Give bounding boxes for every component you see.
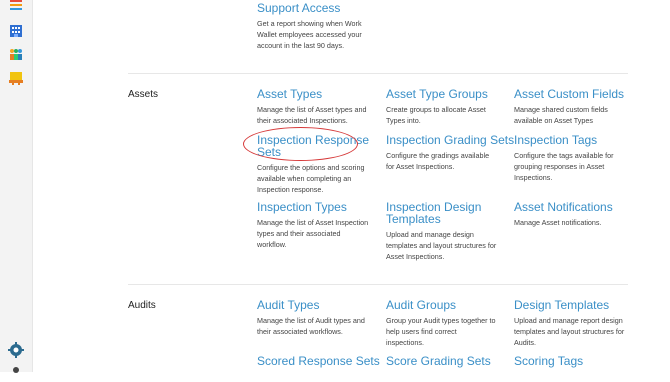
sidebar [0, 0, 33, 373]
inspection-tags-link[interactable]: Inspection Tags [514, 134, 597, 146]
section-divider [128, 73, 628, 74]
inspection-design-templates-description: Upload and manage design templates and la… [386, 230, 497, 261]
audit-groups-description: Group your Audit types together to help u… [386, 316, 496, 347]
section-divider [128, 284, 628, 285]
inspection-design-templates-link[interactable]: Inspection Design Templates [386, 201, 481, 225]
asset-custom-fields-link[interactable]: Asset Custom Fields [514, 88, 624, 100]
audits-section-label: Audits [128, 300, 156, 311]
inspection-types-description: Manage the list of Asset Inspection types… [257, 218, 369, 249]
inspection-types-link[interactable]: Inspection Types [257, 201, 347, 213]
list-icon[interactable] [8, 0, 24, 14]
inspection-grading-sets-link[interactable]: Inspection Grading Sets [386, 134, 514, 146]
asset-type-groups-description: Create groups to allocate Asset Types int… [386, 105, 486, 125]
settings-gear-icon[interactable] [8, 342, 24, 358]
assets-section-label: Assets [128, 89, 159, 100]
inspection-grading-sets-description: Configure the gradings available for Asse… [386, 151, 490, 171]
audit-types-link[interactable]: Audit Types [257, 299, 319, 311]
audit-groups-link[interactable]: Audit Groups [386, 299, 456, 311]
person-icon[interactable] [8, 366, 24, 382]
design-templates-link[interactable]: Design Templates [514, 299, 609, 311]
scoring-tags-link[interactable]: Scoring Tags [514, 355, 583, 367]
inspection-response-sets-link[interactable]: Inspection Response Sets [257, 134, 369, 158]
asset-notifications-link[interactable]: Asset Notifications [514, 201, 613, 213]
asset-notifications-description: Manage Asset notifications. [514, 218, 602, 227]
asset-types-link[interactable]: Asset Types [257, 88, 322, 100]
building-icon[interactable] [8, 22, 24, 38]
support-access-link[interactable]: Support Access [257, 2, 340, 14]
scored-response-sets-link[interactable]: Scored Response Sets [257, 355, 380, 367]
inspection-tags-description: Configure the tags available for grouping… [514, 151, 614, 182]
asset-types-description: Manage the list of Asset types and their … [257, 105, 367, 125]
asset-type-groups-link[interactable]: Asset Type Groups [386, 88, 488, 100]
users-icon[interactable] [8, 46, 24, 62]
design-templates-description: Upload and manage report design templates… [514, 316, 625, 347]
checklist-icon[interactable] [8, 70, 24, 86]
inspection-response-sets-description: Configure the options and scoring availab… [257, 163, 365, 194]
audit-types-description: Manage the list of Audit types and their … [257, 316, 365, 336]
score-grading-sets-link[interactable]: Score Grading Sets [386, 355, 491, 367]
asset-custom-fields-description: Manage shared custom fields available on … [514, 105, 608, 125]
support-access-description: Get a report showing when Work Wallet em… [257, 19, 362, 50]
